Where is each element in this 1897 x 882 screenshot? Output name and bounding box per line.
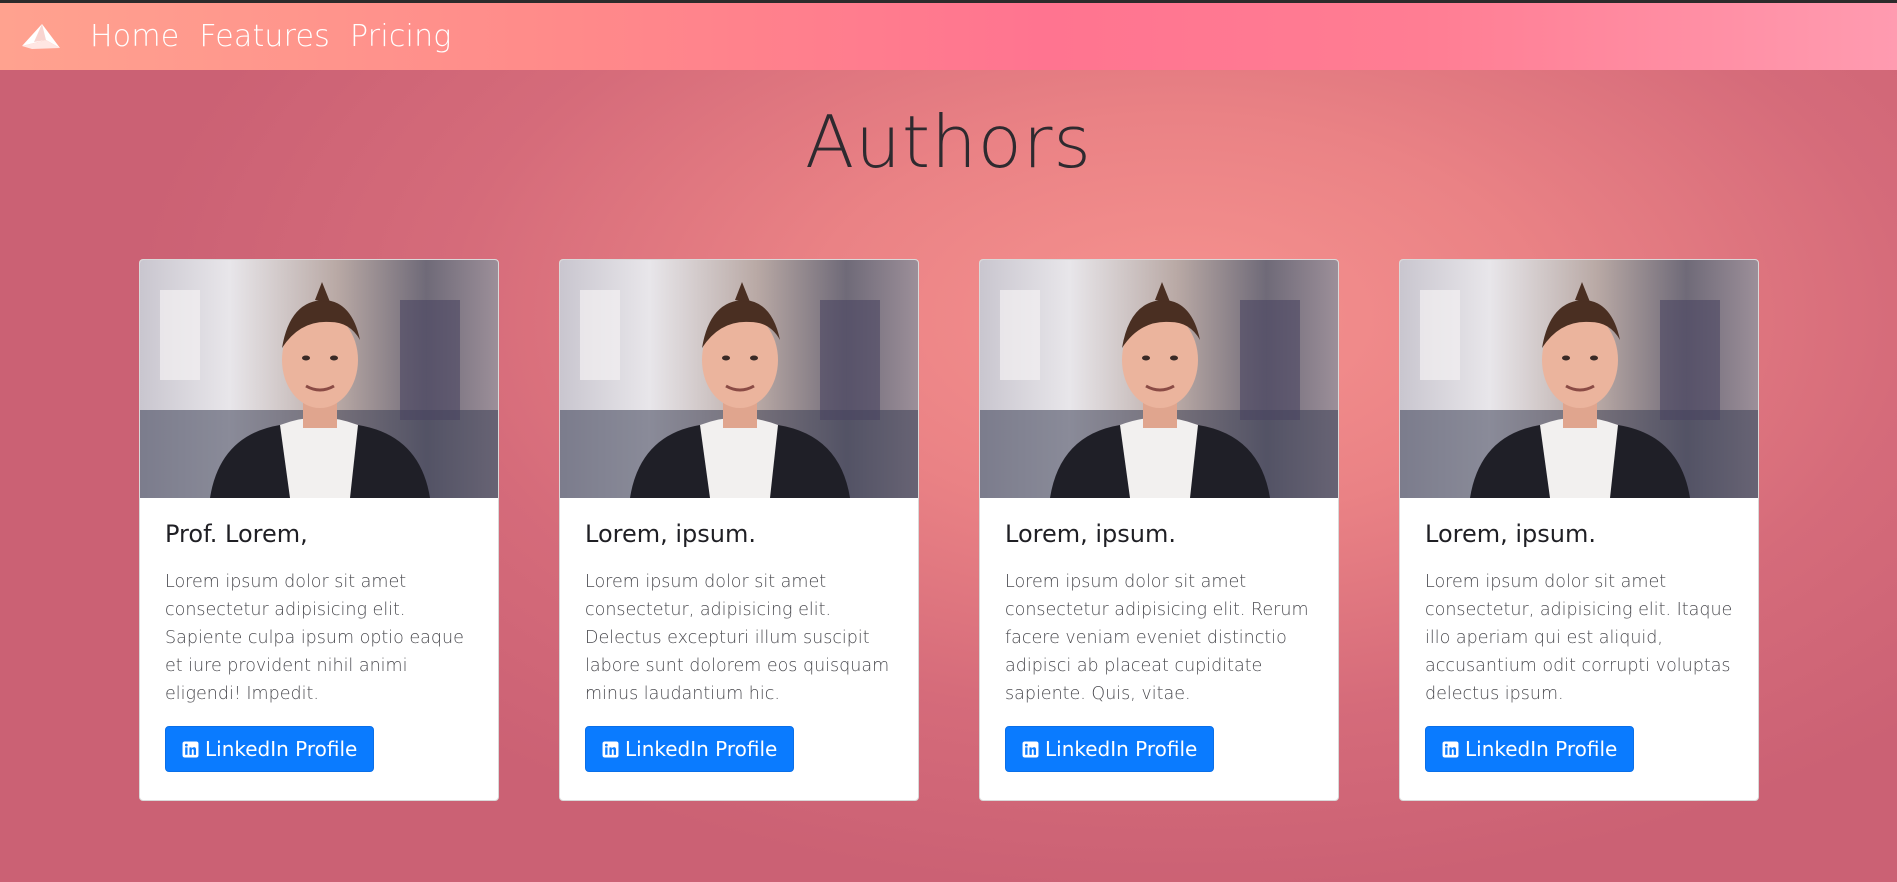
author-name: Lorem, ipsum. [1425,520,1596,548]
author-bio: Lorem ipsum dolor sit amet consectetur a… [1005,572,1309,704]
linkedin-button-label: LinkedIn Profile [1465,737,1618,761]
author-card: Prof. Lorem, Lorem ipsum dolor sit amet … [139,259,499,801]
linkedin-profile-button[interactable]: LinkedIn Profile [165,726,375,772]
linkedin-profile-button[interactable]: LinkedIn Profile [1425,726,1635,772]
author-card: Lorem, ipsum. Lorem ipsum dolor sit amet… [979,259,1339,801]
linkedin-icon [182,741,199,757]
page-title: Authors [805,100,1092,184]
author-bio: Lorem ipsum dolor sit amet consectetur, … [1425,572,1733,704]
linkedin-icon [1442,741,1459,757]
nav-link-features[interactable]: Features [199,19,330,54]
linkedin-button-label: LinkedIn Profile [1045,737,1198,761]
linkedin-button-label: LinkedIn Profile [625,737,778,761]
navbar: Home Features Pricing [0,3,1897,70]
linkedin-icon [602,741,619,757]
linkedin-button-label: LinkedIn Profile [205,737,358,761]
author-bio: Lorem ipsum dolor sit amet consectetur a… [165,572,464,704]
author-cards: Prof. Lorem, Lorem ipsum dolor sit amet … [139,259,1759,801]
author-name: Lorem, ipsum. [1005,520,1176,548]
author-bio: Lorem ipsum dolor sit amet consectetur, … [585,572,890,704]
author-name: Lorem, ipsum. [585,520,756,548]
linkedin-icon [1022,741,1039,757]
nav-link-home[interactable]: Home [90,19,179,54]
author-photo [1400,260,1758,498]
paper-plane-logo-icon[interactable] [20,20,62,54]
author-name: Prof. Lorem, [165,520,308,548]
author-card: Lorem, ipsum. Lorem ipsum dolor sit amet… [1399,259,1759,801]
nav-link-pricing[interactable]: Pricing [350,19,451,54]
linkedin-profile-button[interactable]: LinkedIn Profile [585,726,795,772]
author-photo [560,260,918,498]
linkedin-profile-button[interactable]: LinkedIn Profile [1005,726,1215,772]
author-photo [140,260,498,498]
author-photo [980,260,1338,498]
author-card: Lorem, ipsum. Lorem ipsum dolor sit amet… [559,259,919,801]
